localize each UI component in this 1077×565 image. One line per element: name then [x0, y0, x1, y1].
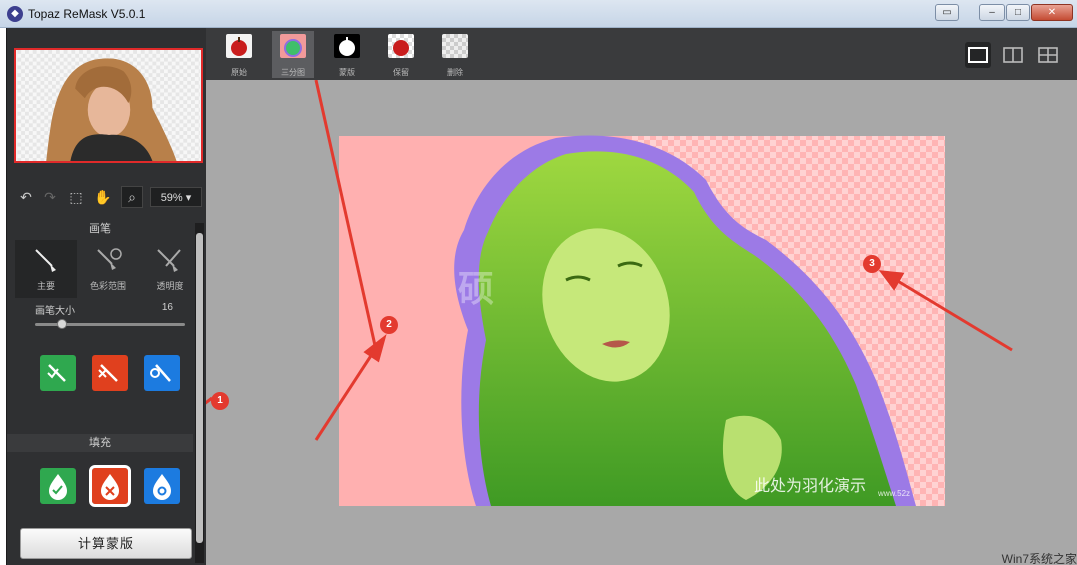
fill-section-title: 填充 — [89, 437, 111, 449]
view-mode-toolbar: 原始 三分图 蒙版 保留 删除 — [206, 28, 1077, 80]
transparency-brush-icon — [157, 249, 181, 272]
annotation-arrow-3 — [895, 278, 1013, 352]
marquee-select-icon[interactable]: ⬚ — [67, 186, 85, 208]
left-panel: ↶ ↷ ⬚ ✋ ⌕ 59% ▾ 画笔 主要 色彩范围 透明度 画笔大小 16 填… — [6, 28, 206, 565]
panel-scrollbar-thumb[interactable] — [196, 233, 203, 543]
annotation-badge-1: 1 — [211, 392, 229, 410]
app-window: ◆ Topaz ReMask V5.0.1 ▭ – □ ✕ ↶ ↷ ⬚ ✋ ⌕ … — [0, 0, 1077, 565]
brush-tab-label: 透明度 — [156, 281, 184, 291]
minimize-button[interactable]: – — [979, 4, 1005, 21]
compute-fill-button[interactable] — [144, 468, 180, 504]
brush-icon — [35, 249, 56, 272]
window-title: Topaz ReMask V5.0.1 — [28, 7, 146, 21]
view-tab-original[interactable]: 原始 — [218, 31, 260, 78]
split-view-icon — [1003, 47, 1023, 63]
mask-view-icon — [334, 34, 360, 58]
panel-scrollbar[interactable] — [195, 223, 204, 563]
redo-icon[interactable]: ↷ — [41, 186, 59, 208]
zoom-level-select[interactable]: 59% ▾ — [150, 187, 202, 207]
brand-corner-watermark: Win7系统之家 — [1001, 553, 1077, 565]
maximize-button[interactable]: □ — [1006, 4, 1030, 21]
view-tab-label: 三分图 — [281, 68, 305, 77]
split-view-button[interactable] — [1000, 42, 1026, 68]
thumbnail-image — [17, 50, 200, 161]
zoom-value: 59% — [160, 192, 183, 204]
undo-icon[interactable]: ↶ — [17, 186, 35, 208]
brush-tab-label: 主要 — [36, 281, 55, 291]
keep-brush-button[interactable] — [40, 355, 76, 391]
brush-tab-color-range[interactable]: 色彩范围 — [77, 240, 139, 298]
restore-down-icon[interactable]: ▭ — [935, 4, 959, 21]
brush-size-row: 画笔大小 16 — [35, 302, 185, 317]
trimap-view-icon — [280, 34, 306, 58]
compute-fill-icon — [153, 474, 171, 500]
keep-view-icon — [388, 34, 414, 58]
single-view-button[interactable] — [965, 42, 991, 68]
image-canvas[interactable]: 硕 此处为羽化演示 www.52z 1 2 3 — [206, 80, 1077, 565]
annotation-arrow-2 — [314, 80, 378, 351]
compute-brush-button[interactable] — [144, 355, 180, 391]
brush-size-value: 16 — [161, 302, 173, 313]
annotation-arrows — [206, 80, 1013, 441]
view-tab-mask[interactable]: 蒙版 — [326, 31, 368, 78]
compute-brush-icon — [150, 364, 171, 382]
view-tab-label: 原始 — [231, 68, 247, 77]
close-button[interactable]: ✕ — [1031, 4, 1073, 21]
view-tab-keep[interactable]: 保留 — [380, 31, 422, 78]
keep-brush-icon — [47, 364, 66, 382]
annotation-arrow-1 — [206, 396, 213, 405]
view-tab-delete[interactable]: 删除 — [434, 31, 476, 78]
compute-mask-button[interactable]: 计算蒙版 — [20, 528, 192, 559]
view-tab-label: 保留 — [393, 68, 409, 77]
brush-tab-main[interactable]: 主要 — [15, 240, 77, 298]
keep-fill-button[interactable] — [40, 468, 76, 504]
view-tab-label: 删除 — [447, 68, 463, 77]
quad-view-icon — [1038, 47, 1058, 63]
topaz-logo-icon: ◆ — [7, 6, 23, 22]
color-range-brush-icon — [97, 248, 122, 270]
original-view-icon — [226, 34, 252, 58]
delete-view-icon — [442, 34, 468, 58]
cut-fill-icon — [101, 474, 119, 500]
cut-fill-button[interactable] — [89, 465, 131, 507]
annotation-badge-2: 2 — [380, 316, 398, 334]
brush-section-title: 画笔 — [89, 223, 111, 235]
annotation-badge-3: 3 — [863, 255, 881, 273]
cut-brush-icon — [98, 364, 118, 382]
brush-tab-label: 色彩范围 — [89, 281, 126, 291]
brush-size-slider-handle[interactable] — [57, 319, 68, 329]
brush-size-slider[interactable] — [35, 319, 185, 329]
navigator-thumbnail[interactable] — [14, 48, 203, 163]
zoom-icon[interactable]: ⌕ — [121, 186, 143, 208]
keep-fill-icon — [49, 474, 67, 500]
brush-size-label: 画笔大小 — [35, 306, 75, 317]
single-view-icon — [968, 47, 988, 63]
view-tab-label: 蒙版 — [339, 68, 355, 77]
title-bar: ◆ Topaz ReMask V5.0.1 ▭ – □ ✕ — [0, 0, 1077, 28]
hand-pan-icon[interactable]: ✋ — [94, 186, 112, 208]
view-toolbar: ↶ ↷ ⬚ ✋ ⌕ 59% ▾ — [7, 182, 207, 212]
quad-view-button[interactable] — [1035, 42, 1061, 68]
view-tab-trimap[interactable]: 三分图 — [272, 31, 314, 78]
brush-tab-transparency[interactable]: 透明度 — [139, 240, 201, 298]
cut-brush-button[interactable] — [92, 355, 128, 391]
